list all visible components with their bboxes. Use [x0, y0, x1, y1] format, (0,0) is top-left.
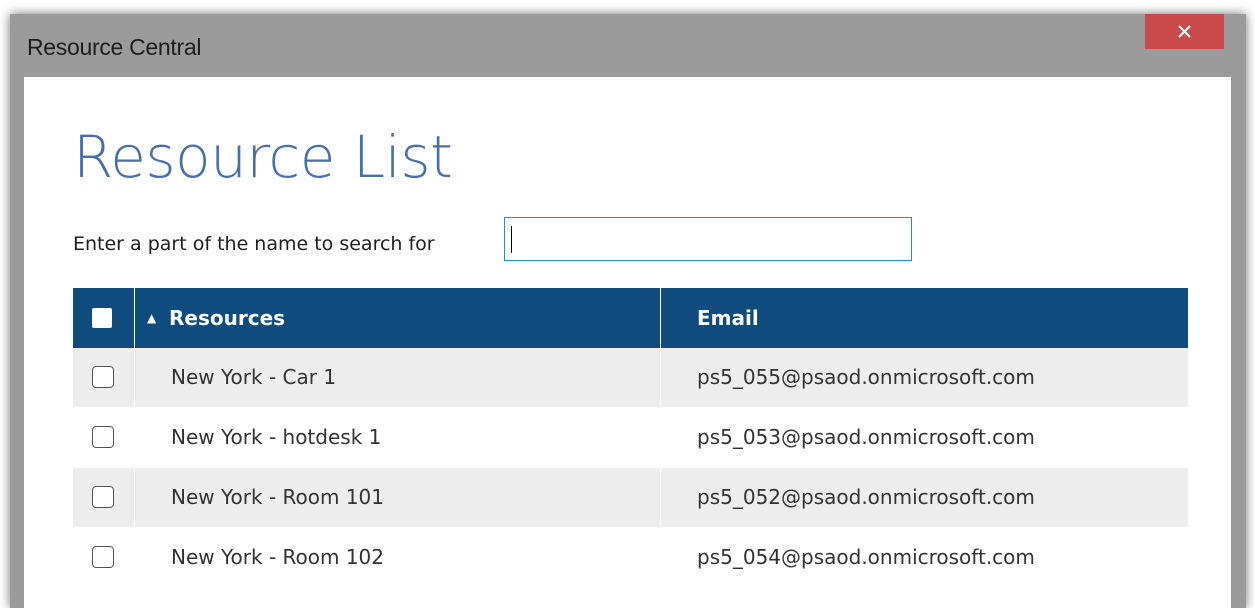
text-caret	[511, 226, 512, 253]
row-checkbox-cell	[73, 348, 135, 407]
dialog-window: Resource Central Resource List Enter a p…	[10, 14, 1246, 608]
search-input[interactable]	[504, 217, 912, 261]
row-checkbox-cell	[73, 408, 135, 467]
resource-name: New York - hotdesk 1	[135, 408, 661, 467]
resource-name: New York - Car 1	[135, 348, 661, 407]
row-checkbox[interactable]	[92, 546, 114, 568]
row-checkbox-cell	[73, 528, 135, 587]
page-title: Resource List	[73, 123, 453, 191]
search-label: Enter a part of the name to search for	[73, 233, 435, 255]
table-row[interactable]: New York - Car 1 ps5_055@psaod.onmicroso…	[73, 348, 1188, 408]
close-icon	[1178, 25, 1191, 38]
close-button[interactable]	[1145, 14, 1224, 49]
row-checkbox-cell	[73, 468, 135, 527]
column-header-label: Email	[697, 306, 759, 330]
dialog-content: Resource List Enter a part of the name t…	[24, 77, 1231, 608]
table-row[interactable]: New York - Room 102 ps5_054@psaod.onmicr…	[73, 528, 1188, 588]
resource-email: ps5_052@psaod.onmicrosoft.com	[697, 485, 1035, 509]
resource-name: New York - Room 102	[135, 528, 661, 587]
column-header-resources[interactable]: ▲ Resources	[135, 288, 661, 348]
row-checkbox[interactable]	[92, 366, 114, 388]
row-checkbox[interactable]	[92, 486, 114, 508]
resource-email: ps5_053@psaod.onmicrosoft.com	[697, 425, 1035, 449]
resource-table: ▲ Resources Email New York - Car 1 ps5_0…	[73, 288, 1188, 588]
window-title: Resource Central	[27, 34, 202, 60]
row-checkbox[interactable]	[92, 426, 114, 448]
title-bar: Resource Central	[10, 14, 1246, 77]
resource-email: ps5_054@psaod.onmicrosoft.com	[697, 545, 1035, 569]
column-header-email[interactable]: Email	[661, 288, 1188, 348]
column-header-label: Resources	[169, 306, 286, 330]
select-all-cell	[73, 288, 135, 348]
select-all-checkbox[interactable]	[92, 308, 112, 328]
table-row[interactable]: New York - hotdesk 1 ps5_053@psaod.onmic…	[73, 408, 1188, 468]
table-row[interactable]: New York - Room 101 ps5_052@psaod.onmicr…	[73, 468, 1188, 528]
resource-name: New York - Room 101	[135, 468, 661, 527]
sort-ascending-icon: ▲	[147, 311, 157, 325]
resource-email: ps5_055@psaod.onmicrosoft.com	[697, 365, 1035, 389]
table-header: ▲ Resources Email	[73, 288, 1188, 348]
